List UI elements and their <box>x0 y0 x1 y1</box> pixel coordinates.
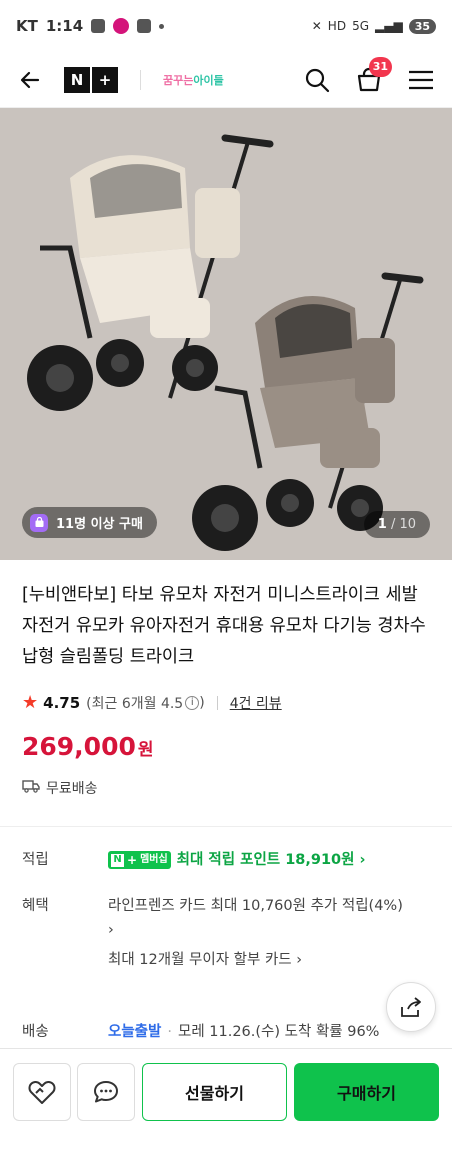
product-image-carousel[interactable]: 11명 이상 구매 1 / 10 <box>0 108 452 560</box>
points-value[interactable]: N + 멤버십 최대 적립 포인트 18,910원 › <box>108 848 432 872</box>
network-type: 5G <box>352 19 369 33</box>
rating-detail: (최근 6개월 4.5 <box>86 695 184 712</box>
notification-icon <box>91 19 106 33</box>
app-notification-icon <box>113 18 130 34</box>
store-logo[interactable]: 꿈꾸는아이들 <box>163 72 224 88</box>
rating-score: 4.75 <box>43 693 81 712</box>
today-dispatch-label: 오늘출발 <box>108 1024 162 1040</box>
cart-icon[interactable]: 31 <box>354 56 392 95</box>
benefit-card-points[interactable]: 라인프렌즈 카드 최대 10,760원 추가 적립(4%) <box>108 898 403 914</box>
header-divider <box>140 69 141 90</box>
more-notifications-icon <box>159 23 165 29</box>
points-row: 적립 N + 멤버십 최대 적립 포인트 18,910원 › <box>22 848 432 872</box>
rating-divider <box>216 695 218 710</box>
max-points-text: 최대 적립 포인트 18,910원 <box>176 852 355 868</box>
signal-icon: ▂▄▆ <box>375 19 403 33</box>
nplus-membership-badge: N + 멤버십 <box>108 851 171 869</box>
bottom-action-bar: 선물하기 구매하기 <box>0 1048 452 1158</box>
price: 269,000 원 <box>22 732 154 761</box>
back-arrow-icon[interactable] <box>16 66 44 94</box>
delivery-label: 배송 <box>22 1024 49 1040</box>
chevron-right-icon: › <box>354 852 366 868</box>
wishlist-button[interactable] <box>13 1063 71 1121</box>
battery-indicator: 35 <box>408 18 436 34</box>
share-button[interactable] <box>386 982 436 1032</box>
carrier: KT <box>16 17 38 35</box>
points-label: 적립 <box>22 852 49 868</box>
rating-row: ★ 4.75 (최근 6개월 4.5 i ) 4건 리뷰 <box>22 692 282 713</box>
chevron-right-icon[interactable]: › <box>108 922 114 938</box>
buyers-count-badge: 11명 이상 구매 <box>22 507 157 538</box>
gift-button[interactable]: 선물하기 <box>142 1063 287 1121</box>
truck-icon <box>22 779 40 797</box>
price-value: 269,000 <box>22 732 136 761</box>
image-pager: 1 / 10 <box>363 511 430 538</box>
review-count-link[interactable]: 4건 리뷰 <box>230 693 282 713</box>
share-icon <box>401 997 421 1017</box>
product-title: [누비앤타보] 타보 유모차 자전거 미니스트라이크 세발자전거 유모카 유아자… <box>22 585 426 667</box>
price-currency: 원 <box>137 740 154 760</box>
clock: 1:14 <box>45 17 84 35</box>
wishlist-heart-icon <box>28 1081 56 1104</box>
delivery-estimate: 모레 11.26.(수) 도착 확률 96% <box>177 1024 380 1040</box>
buy-button[interactable]: 구매하기 <box>294 1063 439 1121</box>
search-icon[interactable] <box>302 65 332 95</box>
chevron-right-icon[interactable]: › <box>296 952 302 968</box>
benefit-row-2: 최대 12개월 무이자 할부 카드 › <box>22 948 432 972</box>
rating-detail-close: ) <box>199 694 205 711</box>
product-image <box>0 108 452 560</box>
mute-icon: ✕ <box>311 19 322 33</box>
hd-icon: HD <box>327 19 347 33</box>
app-header: N + 꿈꾸는아이들 31 <box>0 52 452 108</box>
benefit-row: 혜택 라인프렌즈 카드 최대 10,760원 추가 적립(4%) › <box>22 894 432 942</box>
chat-icon <box>94 1081 118 1103</box>
benefit-installment[interactable]: 최대 12개월 무이자 할부 카드 <box>108 952 292 968</box>
status-bar: KT 1:14 ✕ HD 5G ▂▄▆ 35 <box>0 0 452 52</box>
menu-icon[interactable] <box>406 65 436 95</box>
section-divider <box>0 826 452 827</box>
shipping-info: 무료배송 <box>22 778 98 798</box>
bag-icon <box>30 513 48 532</box>
nplus-logo[interactable]: N + <box>64 66 118 93</box>
info-icon[interactable]: i <box>185 695 200 710</box>
delivery-row: 배송 오늘출발 · 모레 11.26.(수) 도착 확률 96% <box>22 1020 432 1044</box>
benefit-label: 혜택 <box>22 898 49 914</box>
star-icon: ★ <box>22 692 39 713</box>
screenshot-icon <box>137 19 152 33</box>
benefit-values: 라인프렌즈 카드 최대 10,760원 추가 적립(4%) › <box>108 894 432 942</box>
chat-button[interactable] <box>77 1063 135 1121</box>
cart-count-badge: 31 <box>368 56 392 77</box>
